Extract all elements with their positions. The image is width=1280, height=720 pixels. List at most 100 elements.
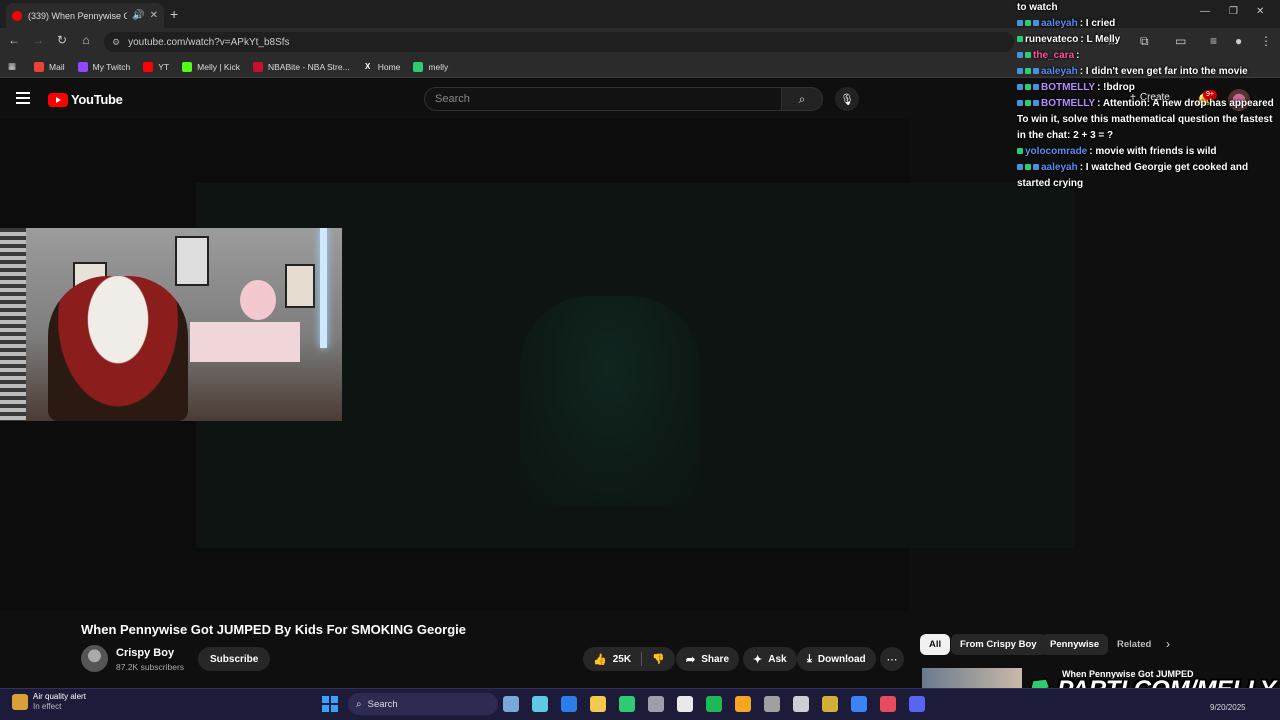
taskbar-app-icon[interactable] [590,696,606,712]
chip-related[interactable]: Related [1108,634,1160,655]
forward-arrow-icon[interactable]: → [30,33,46,47]
chat-badge-icon [1017,68,1023,75]
chat-badge-icon [1025,164,1031,171]
chat-badge-icon [1017,148,1023,155]
taskbar-app-icon[interactable] [561,696,577,712]
related-video-thumbnail[interactable] [922,668,1022,690]
taskbar-app-icon[interactable] [880,696,896,712]
share-button[interactable]: ➦ Share [676,647,740,671]
leaf-icon [413,61,424,72]
kick-icon [182,61,193,72]
channel-avatar[interactable] [81,645,108,672]
chat-message: yolocomrade: movie with friends is wild [1012,144,1274,160]
taskbar-app-icon[interactable] [532,696,548,712]
start-button[interactable] [322,696,338,712]
chat-message: the_cara: [1012,48,1274,64]
twitch-icon [77,61,88,72]
reload-icon[interactable]: ↻ [54,33,70,47]
taskbar-app-icon[interactable] [822,696,838,712]
site-info-icon[interactable]: ⚙ [112,37,120,48]
download-button[interactable]: ⤓ Download [797,647,876,671]
bookmark-mail[interactable]: Mail [34,61,65,72]
bookmark-nbabite[interactable]: NBABite - NBA Stre... [252,61,350,72]
chat-message: aaleyah: I watched Georgie get cooked an… [1012,160,1274,192]
chat-badge-icon [1033,84,1039,91]
youtube-logo[interactable]: YouTube [48,92,123,107]
window-blinds [0,228,26,421]
weather-widget[interactable]: Air quality alert In effect [12,692,86,712]
taskbar-app-icon[interactable] [764,696,780,712]
speaker-icon[interactable]: 🔊 [132,10,144,21]
chat-text: : L Melly [1080,34,1121,45]
taskbar-app-icon[interactable] [851,696,867,712]
bookmark-my-twitch[interactable]: My Twitch [77,61,130,72]
chat-username: the_cara [1033,50,1075,61]
subscriber-count: 87.2K subscribers [116,662,185,672]
taskbar-app-icon[interactable] [648,696,664,712]
voice-search-button[interactable]: 🎙 [835,87,859,111]
chat-badge-icon [1025,84,1031,91]
thumbs-down-icon[interactable]: 👎 [652,654,664,665]
chat-badge-icon [1025,20,1031,27]
ask-button[interactable]: ✦ Ask [743,647,797,671]
video-figure [520,296,700,506]
thumbs-up-icon[interactable]: 👍 [593,653,607,666]
close-tab-icon[interactable]: ✕ [150,10,158,21]
led-light-strip [320,228,327,348]
chevron-right-icon[interactable]: › [1166,637,1170,651]
chat-username: aaleyah [1041,18,1078,29]
subscribe-button[interactable]: Subscribe [198,647,271,671]
chat-username: BOTMELLY [1041,98,1096,109]
chat-badge-icon [1017,20,1023,27]
chip-pennywise[interactable]: Pennywise [1041,634,1109,655]
taskbar-date: 9/20/2025 [1210,703,1246,712]
weather-subtitle: In effect [33,702,62,711]
taskbar-app-icon[interactable] [909,696,925,712]
chat-badge-icon [1033,100,1039,107]
taskbar-app-icon[interactable] [619,696,635,712]
chat-username: to watch [1017,2,1058,13]
taskbar-app-icon[interactable] [677,696,693,712]
bookmark-home[interactable]: X Home [363,61,400,72]
video-title: When Pennywise Got JUMPED By Kids For SM… [81,622,466,637]
chip-all[interactable]: All [920,634,951,655]
bookmark-yt[interactable]: YT [143,61,169,72]
taskbar-app-icon[interactable] [793,696,809,712]
chat-message: to watch [1012,0,1274,16]
chat-message: BOTMELLY: Attention: A new drop has appe… [1012,96,1274,144]
chat-username: aaleyah [1041,66,1078,77]
taskbar-app-icon[interactable] [735,696,751,712]
weather-title: Air quality alert [33,692,86,701]
bookmark-melly-kick[interactable]: Melly | Kick [182,61,240,72]
windows-taskbar [0,688,1280,720]
taskbar-app-icon[interactable] [503,696,519,712]
chip-from-crispy-boy[interactable]: From Crispy Boy [951,634,1046,655]
webcam-overlay [0,228,342,421]
more-actions-button[interactable]: ⋯ [880,647,904,671]
chat-username: runevateco [1025,34,1079,45]
taskbar-app-icon[interactable] [706,696,722,712]
back-arrow-icon[interactable]: ← [6,33,22,47]
browser-tab[interactable]: (339) When Pennywise Got 🔊 ✕ [6,3,164,28]
chat-text: : I cried [1079,18,1116,29]
like-count[interactable]: 25K [613,654,631,665]
apps-grid-icon[interactable]: ▦ [8,61,16,72]
hamburger-menu-icon[interactable] [16,92,30,107]
chat-badge-icon [1025,100,1031,107]
sparkle-icon: ✦ [753,653,763,666]
url-bar[interactable]: ⚙ youtube.com/watch?v=APkYt_b8Sfs [104,32,1014,52]
youtube-search-input[interactable]: Search [424,87,782,111]
gmail-icon [34,61,45,72]
new-tab-button[interactable]: + [170,6,178,22]
taskbar-search[interactable]: ⌕ Search [348,693,498,715]
channel-name[interactable]: Crispy Boy [116,647,174,659]
wall-poster [285,264,315,308]
download-icon: ⤓ [807,652,812,665]
bookmark-melly[interactable]: melly [413,61,448,72]
chat-message: BOTMELLY: !bdrop [1012,80,1274,96]
search-icon: ⌕ [798,91,806,106]
microphone-icon: 🎙 [840,93,854,106]
search-button[interactable]: ⌕ [781,87,823,111]
home-icon[interactable]: ⌂ [78,33,94,47]
x-icon: X [365,61,371,71]
